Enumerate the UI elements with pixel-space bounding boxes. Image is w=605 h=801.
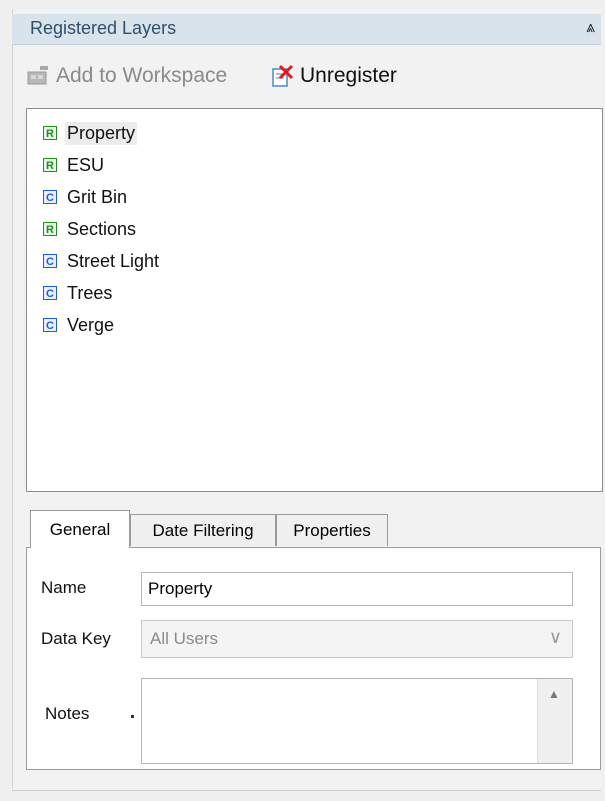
registered-badge-icon: R [43, 222, 57, 236]
toolbar: Add to Workspace Unregister [22, 60, 582, 92]
list-item[interactable]: R Property [43, 119, 138, 147]
pin-icon[interactable]: ⩓ [586, 19, 595, 37]
layer-label: Verge [67, 314, 115, 335]
custom-badge-icon: C [43, 286, 57, 300]
details-tabs: General Date Filtering Properties Name D… [26, 508, 601, 770]
custom-badge-icon: C [43, 254, 57, 268]
name-label: Name [41, 578, 87, 597]
layer-label: ESU [67, 154, 105, 175]
name-field[interactable] [141, 572, 573, 606]
list-item[interactable]: C Grit Bin [43, 183, 129, 211]
panel-bottom-border [12, 790, 601, 791]
registered-badge-icon: R [43, 126, 57, 140]
data-key-select[interactable]: All Users ∨ [141, 620, 573, 658]
tab-general-label: General [49, 519, 111, 539]
data-key-label: Data Key [41, 629, 111, 648]
panel-title-bar: Registered Layers ⩓ [12, 14, 601, 45]
add-to-workspace-button[interactable]: Add to Workspace [26, 60, 227, 92]
general-tab-content: Name Data Key All Users ∨ Notes ▲ [26, 547, 601, 770]
tab-date-filtering[interactable]: Date Filtering [130, 514, 276, 546]
notes-scrollbar[interactable]: ▲ [537, 679, 572, 763]
list-item[interactable]: R ESU [43, 151, 106, 179]
layer-list[interactable]: R Property R ESU C Grit Bin R Sections C… [26, 108, 603, 492]
tab-date-filtering-label: Date Filtering [152, 520, 254, 540]
chevron-down-icon: ∨ [548, 627, 562, 647]
notes-label: Notes [45, 704, 90, 723]
list-item[interactable]: C Street Light [43, 247, 161, 275]
tab-properties-label: Properties [293, 520, 371, 540]
notes-field[interactable]: ▲ [141, 678, 573, 764]
panel-title: Registered Layers [30, 18, 177, 38]
notes-marker [131, 715, 134, 718]
add-to-workspace-icon [26, 64, 50, 88]
layer-label: Grit Bin [67, 186, 128, 207]
scroll-up-icon[interactable]: ▲ [548, 687, 560, 701]
tab-general[interactable]: General [30, 510, 130, 548]
registered-badge-icon: R [43, 158, 57, 172]
layer-label: Trees [67, 282, 113, 303]
list-item[interactable]: C Trees [43, 279, 114, 307]
unregister-label: Unregister [300, 64, 397, 87]
add-to-workspace-label: Add to Workspace [56, 64, 228, 87]
layer-label: Property [65, 121, 138, 145]
unregister-icon [270, 64, 294, 88]
layer-label: Street Light [67, 250, 160, 271]
layer-label: Sections [67, 218, 137, 239]
custom-badge-icon: C [43, 190, 57, 204]
list-item[interactable]: C Verge [43, 311, 116, 339]
custom-badge-icon: C [43, 318, 57, 332]
unregister-button[interactable]: Unregister [270, 60, 397, 92]
data-key-value: All Users [150, 629, 219, 648]
list-item[interactable]: R Sections [43, 215, 138, 243]
tab-properties[interactable]: Properties [276, 514, 388, 546]
